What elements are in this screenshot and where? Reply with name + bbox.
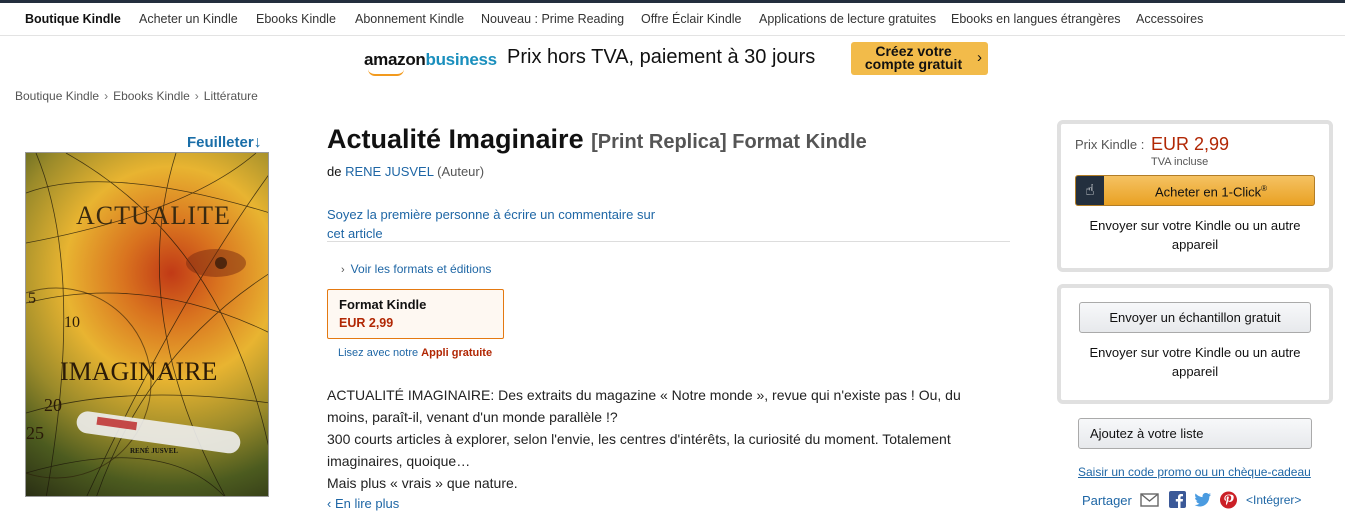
pinterest-icon[interactable]	[1219, 491, 1238, 509]
format-kindle-swatch[interactable]: Format Kindle EUR 2,99	[327, 289, 504, 339]
format-price: EUR 2,99	[339, 316, 394, 330]
free-app-link[interactable]: Appli gratuite	[421, 347, 492, 359]
description-paragraph: Mais plus « vrais » que nature.	[327, 475, 518, 491]
breadcrumb-item-ebooks-kindle[interactable]: Ebooks Kindle	[113, 89, 190, 103]
share-label: Partager	[1082, 493, 1132, 508]
send-to-device-text: Envoyer sur votre Kindle ou un autre app…	[1089, 345, 1301, 379]
look-inside-link[interactable]: Feuilleter↓	[187, 134, 262, 152]
divider	[327, 241, 1010, 242]
buy-one-click-label: Acheter en 1-Click®	[1116, 184, 1306, 199]
promo-code-link[interactable]: Saisir un code promo ou un chèque-cadeau	[1078, 465, 1311, 479]
logo-amazon-text: amazon	[364, 50, 426, 69]
look-inside-label: Feuilleter	[187, 134, 254, 151]
buy-one-click-text: Acheter en 1-Click	[1154, 184, 1262, 200]
subnav-item-langues-etrangeres[interactable]: Ebooks en langues étrangères	[951, 12, 1121, 26]
see-formats-link[interactable]: › Voir les formats et éditions	[341, 262, 491, 276]
chevron-right-icon: ›	[341, 264, 345, 276]
format-name: Format Kindle	[339, 297, 427, 312]
mail-icon[interactable]	[1140, 491, 1159, 509]
cover-number: 20	[44, 395, 62, 415]
subnav-item-ebooks-kindle[interactable]: Ebooks Kindle	[256, 12, 336, 26]
subnav-item-acheter-kindle[interactable]: Acheter un Kindle	[139, 12, 238, 26]
amazon-business-logo: amazonbusiness	[364, 50, 497, 70]
subnav-item-offre-eclair[interactable]: Offre Éclair Kindle	[641, 12, 742, 26]
product-binding: [Print Replica] Format Kindle	[591, 131, 867, 153]
product-title-text: Actualité Imaginaire	[327, 124, 584, 154]
twitter-icon[interactable]	[1193, 491, 1212, 509]
breadcrumb-separator: ›	[194, 89, 199, 103]
author-role: (Auteur)	[437, 164, 485, 179]
breadcrumb-item-litterature[interactable]: Littérature	[204, 89, 258, 103]
free-app-line[interactable]: Lisez avec notre Appli gratuite	[338, 347, 492, 359]
facebook-icon[interactable]	[1168, 491, 1187, 509]
breadcrumb: Boutique Kindle › Ebooks Kindle › Littératur…	[15, 89, 258, 103]
kindle-subnav: Boutique Kindle Acheter un Kindle Ebooks…	[0, 3, 1345, 36]
breadcrumb-item-boutique-kindle[interactable]: Boutique Kindle	[15, 89, 99, 103]
byline-prefix: de	[327, 164, 342, 179]
subnav-item-abonnement-kindle[interactable]: Abonnement Kindle	[355, 12, 464, 26]
free-app-prefix: Lisez avec notre	[338, 347, 419, 359]
cover-number: 25	[26, 423, 44, 443]
author-link[interactable]: RENE JUSVEL	[345, 164, 433, 179]
cover-number: 10	[64, 314, 80, 331]
description-paragraph: 300 courts articles à explorer, selon l'…	[327, 431, 951, 469]
cover-number: 5	[28, 290, 36, 307]
send-to-device-text: Envoyer sur votre Kindle ou un autre app…	[1089, 218, 1301, 252]
read-more-link[interactable]: ‹ En lire plus	[327, 496, 399, 511]
banner-text: Prix hors TVA, paiement à 30 jours	[507, 46, 816, 68]
cover-title-top: ACTUALITE	[76, 201, 231, 230]
cover-author: RENÉ JUSVEL	[130, 447, 179, 455]
sample-box: Envoyer un échantillon gratuit Envoyer s…	[1057, 284, 1333, 404]
pointer-hand-icon: ☝	[1076, 176, 1104, 205]
product-title: Actualité Imaginaire [Print Replica] For…	[327, 124, 867, 155]
subnav-item-prime-reading[interactable]: Nouveau : Prime Reading	[481, 12, 624, 26]
add-to-list-button[interactable]: Ajoutez à votre liste	[1078, 418, 1312, 449]
amazon-business-banner[interactable]: amazonbusiness Prix hors TVA, paiement à…	[0, 36, 1345, 82]
create-account-button[interactable]: Créez votre compte gratuit ›	[851, 42, 988, 75]
byline: de RENE JUSVEL (Auteur)	[327, 164, 484, 179]
send-sample-button[interactable]: Envoyer un échantillon gratuit	[1079, 302, 1311, 333]
buy-box: Prix Kindle : EUR 2,99 TVA incluse ☝ Ach…	[1057, 120, 1333, 272]
subnav-item-boutique-kindle[interactable]: Boutique Kindle	[25, 12, 121, 26]
amazon-smile-icon	[368, 69, 404, 76]
kindle-price: EUR 2,99	[1151, 134, 1230, 154]
arrow-down-icon: ↓	[253, 134, 262, 151]
cover-title-bottom: IMAGINAIRE	[60, 357, 218, 386]
buy-one-click-button[interactable]: ☝ Acheter en 1-Click®	[1075, 175, 1315, 206]
subnav-item-accessoires[interactable]: Accessoires	[1136, 12, 1203, 26]
subnav-item-applications[interactable]: Applications de lecture gratuites	[759, 12, 936, 26]
tva-note: TVA incluse	[1151, 156, 1209, 168]
write-review-link[interactable]: Soyez la première personne à écrire un c…	[327, 205, 672, 243]
breadcrumb-separator: ›	[104, 89, 109, 103]
kindle-price-label: Prix Kindle :	[1075, 137, 1145, 152]
see-formats-label: Voir les formats et éditions	[350, 262, 492, 276]
registered-mark: ®	[1261, 184, 1268, 193]
book-cover-image[interactable]: 10 20 25 5 ACTUALITE IMAGINAIRE RENÉ JUS…	[25, 152, 269, 497]
embed-link[interactable]: <Intégrer>	[1246, 493, 1301, 507]
chevron-right-icon: ›	[977, 49, 982, 66]
description-paragraph: ACTUALITÉ IMAGINAIRE: Des extraits du ma…	[327, 387, 961, 425]
logo-business-text: business	[425, 50, 498, 69]
create-account-line2: compte gratuit	[864, 56, 963, 72]
book-description: ACTUALITÉ IMAGINAIRE: Des extraits du ma…	[327, 384, 977, 494]
